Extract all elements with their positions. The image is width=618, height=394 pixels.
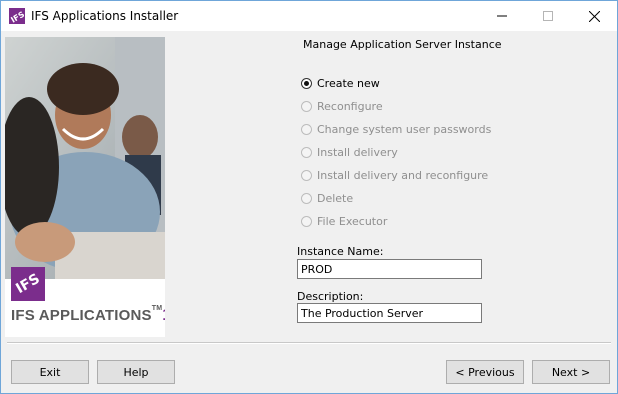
brand-trademark: TM	[151, 305, 163, 312]
window-title: IFS Applications Installer	[31, 9, 179, 23]
close-button[interactable]	[571, 1, 617, 31]
radio-button	[301, 192, 312, 204]
maximize-button[interactable]	[525, 1, 571, 31]
radio-button	[301, 100, 312, 112]
description-label: Description:	[297, 290, 364, 303]
option-file-executor: File Executor	[301, 213, 387, 229]
radio-label: File Executor	[317, 214, 388, 228]
description-field[interactable]	[297, 303, 482, 323]
section-title: Manage Application Server Instance	[303, 38, 502, 51]
option-install-delivery-and-reconfigure: Install delivery and reconfigure	[301, 167, 488, 183]
brand-name-text: IFS APPLICATIONS	[11, 307, 152, 324]
radio-label: Install delivery and reconfigure	[317, 168, 489, 182]
installer-window: IFS IFS Applications Installer IFS IFS A…	[0, 0, 618, 394]
radio-label: Reconfigure	[317, 99, 383, 113]
instance-name-label: Instance Name:	[297, 245, 384, 258]
brand-panel: IFS IFS APPLICATIONSTM10	[5, 37, 165, 337]
help-button[interactable]: Help	[97, 360, 175, 384]
instance-name-field[interactable]	[297, 259, 482, 279]
minimize-icon	[497, 15, 507, 17]
close-icon	[588, 10, 600, 22]
radio-button	[301, 146, 312, 158]
next-button[interactable]: Next >	[532, 360, 610, 384]
brand-name: IFS APPLICATIONSTM10	[11, 305, 165, 325]
option-delete: Delete	[301, 190, 353, 206]
radio-button	[301, 215, 312, 227]
radio-label: Install delivery	[317, 145, 398, 159]
footer-divider	[7, 342, 611, 344]
ifs-app-icon: IFS	[9, 8, 25, 24]
exit-button[interactable]: Exit	[11, 360, 89, 384]
radio-label: Delete	[317, 191, 354, 205]
brand-photo	[5, 37, 165, 279]
radio-button[interactable]	[301, 77, 312, 89]
option-create-new[interactable]: Create new	[301, 75, 380, 91]
radio-label: Create new	[317, 76, 380, 90]
wizard-content: IFS IFS APPLICATIONSTM10 Manage Applicat…	[1, 31, 617, 393]
maximize-icon	[543, 11, 553, 21]
radio-button	[301, 123, 312, 135]
option-change-system-user-passwords: Change system user passwords	[301, 121, 491, 137]
radio-button	[301, 169, 312, 181]
title-bar: IFS IFS Applications Installer	[1, 1, 617, 31]
ifs-logo: IFS	[11, 267, 45, 301]
previous-button[interactable]: < Previous	[446, 360, 524, 384]
radio-label: Change system user passwords	[317, 122, 492, 136]
ifs-logo-text: IFS	[13, 270, 43, 298]
option-reconfigure: Reconfigure	[301, 98, 383, 114]
minimize-button[interactable]	[479, 1, 525, 31]
brand-version: 10	[162, 305, 165, 324]
option-install-delivery: Install delivery	[301, 144, 398, 160]
